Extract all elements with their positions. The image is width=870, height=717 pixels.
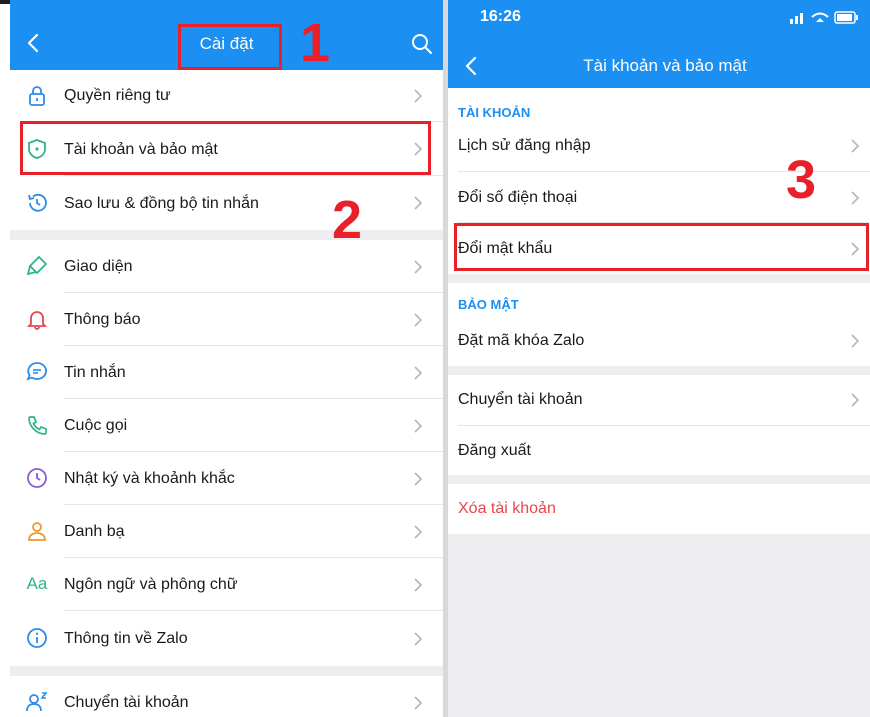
chevron-right-icon bbox=[414, 472, 423, 486]
section-title-security: BẢO MẬT bbox=[458, 297, 519, 312]
section-divider bbox=[10, 230, 443, 240]
annotation-number-1: 1 bbox=[300, 13, 331, 73]
settings-item-label: Ngôn ngữ và phông chữ bbox=[64, 576, 238, 593]
status-time: 16:26 bbox=[480, 8, 521, 25]
chevron-right-icon bbox=[414, 696, 423, 710]
annotation-number-2: 2 bbox=[332, 190, 363, 250]
section-divider bbox=[10, 666, 443, 676]
settings-item-backup[interactable]: Sao lưu & đồng bộ tin nhắn bbox=[10, 176, 443, 230]
settings-item-label: Quyền riêng tư bbox=[64, 87, 171, 104]
chevron-right-icon bbox=[851, 393, 860, 407]
settings-item-label: Sao lưu & đồng bộ tin nhắn bbox=[64, 195, 259, 212]
clock-icon bbox=[24, 465, 50, 491]
chevron-right-icon bbox=[851, 191, 860, 205]
info-icon bbox=[24, 625, 50, 651]
chevron-right-icon bbox=[851, 139, 860, 153]
settings-item-label: Thông tin về Zalo bbox=[64, 630, 188, 647]
lock-icon bbox=[24, 83, 50, 109]
annotation-number-3: 3 bbox=[786, 150, 817, 210]
search-icon[interactable] bbox=[411, 33, 433, 55]
annotation-box-1 bbox=[178, 24, 282, 70]
chevron-right-icon bbox=[414, 89, 423, 103]
settings-item-switch-account[interactable]: Chuyển tài khoản bbox=[10, 676, 443, 717]
annotation-box-2 bbox=[20, 121, 431, 175]
settings-item-messages[interactable]: Tin nhắn bbox=[10, 346, 443, 399]
item-label: Chuyển tài khoản bbox=[458, 391, 583, 408]
status-bar: 16:26 bbox=[448, 0, 870, 40]
switch-account-item[interactable]: Chuyển tài khoản bbox=[448, 375, 870, 426]
settings-item-contacts[interactable]: Danh bạ bbox=[10, 505, 443, 558]
settings-item-about[interactable]: Thông tin về Zalo bbox=[10, 611, 443, 666]
settings-item-label: Thông báo bbox=[64, 311, 141, 328]
settings-item-appearance[interactable]: Giao diện bbox=[10, 240, 443, 293]
settings-item-label: Chuyển tài khoản bbox=[64, 694, 189, 711]
delete-account-item[interactable]: Xóa tài khoản bbox=[448, 484, 870, 534]
person-icon bbox=[24, 518, 50, 544]
chevron-right-icon bbox=[414, 366, 423, 380]
item-label: Đổi số điện thoại bbox=[458, 189, 578, 206]
settings-item-timeline[interactable]: Nhật ký và khoảnh khắc bbox=[10, 452, 443, 505]
item-label: Đăng xuất bbox=[458, 442, 531, 459]
settings-item-language[interactable]: Aa Ngôn ngữ và phông chữ bbox=[10, 558, 443, 611]
history-icon bbox=[24, 190, 50, 216]
settings-item-calls[interactable]: Cuộc gọi bbox=[10, 399, 443, 452]
settings-item-label: Tin nhắn bbox=[64, 364, 126, 381]
switch-account-icon bbox=[24, 689, 50, 715]
section-title-account: TÀI KHOẢN bbox=[458, 105, 531, 120]
settings-item-privacy[interactable]: Quyền riêng tư bbox=[10, 70, 443, 122]
chat-bubble-icon bbox=[24, 359, 50, 385]
chevron-right-icon bbox=[414, 196, 423, 210]
phone-icon bbox=[24, 412, 50, 438]
chevron-right-icon bbox=[414, 525, 423, 539]
chevron-right-icon bbox=[414, 313, 423, 327]
annotation-box-3 bbox=[454, 223, 869, 271]
paintbrush-icon bbox=[24, 253, 50, 279]
chevron-right-icon bbox=[414, 260, 423, 274]
account-security-panel: 16:26 Tài khoản và bảo mật TÀI KHOẢN Lịc… bbox=[448, 0, 870, 717]
logout-item[interactable]: Đăng xuất bbox=[448, 426, 870, 475]
item-label: Đặt mã khóa Zalo bbox=[458, 332, 585, 349]
page-title: Tài khoản và bảo mật bbox=[583, 56, 747, 75]
settings-item-label: Giao diện bbox=[64, 258, 133, 275]
settings-panel: Cài đặt Quyền riêng tư Tài khoản và bảo … bbox=[10, 0, 443, 717]
bell-icon bbox=[24, 306, 50, 332]
settings-item-label: Nhật ký và khoảnh khắc bbox=[64, 470, 235, 487]
item-label: Lịch sử đăng nhập bbox=[458, 137, 591, 154]
chevron-right-icon bbox=[414, 419, 423, 433]
chevron-right-icon bbox=[851, 334, 860, 348]
delete-account-label: Xóa tài khoản bbox=[458, 500, 556, 517]
settings-item-label: Cuộc gọi bbox=[64, 417, 128, 434]
chevron-right-icon bbox=[414, 632, 423, 646]
zalo-lock-code-item[interactable]: Đặt mã khóa Zalo bbox=[448, 314, 870, 366]
font-icon: Aa bbox=[26, 574, 48, 593]
chevron-right-icon bbox=[414, 578, 423, 592]
account-security-header: Tài khoản và bảo mật bbox=[448, 40, 870, 88]
settings-item-notifications[interactable]: Thông báo bbox=[10, 293, 443, 346]
settings-item-label: Danh bạ bbox=[64, 523, 125, 540]
status-icons bbox=[790, 11, 858, 24]
